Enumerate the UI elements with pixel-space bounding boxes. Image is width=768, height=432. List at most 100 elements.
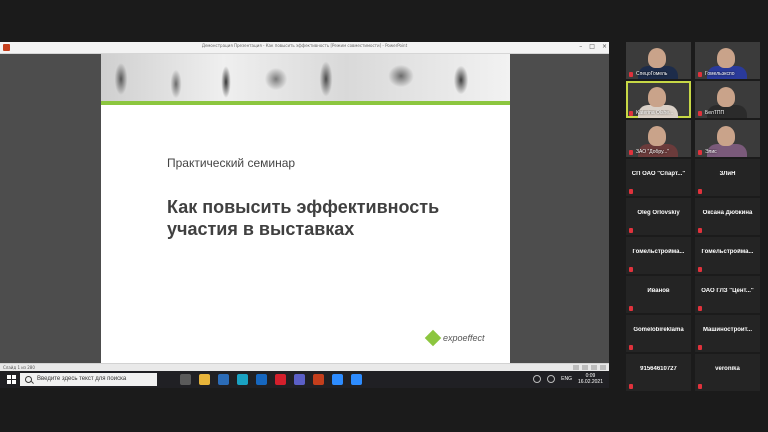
logo-mark-icon	[424, 329, 442, 347]
normal-view-icon[interactable]	[573, 365, 579, 370]
start-button[interactable]	[7, 375, 16, 384]
maximize-button[interactable]: □	[589, 43, 595, 50]
edge-icon[interactable]	[237, 374, 248, 385]
slide-area: Практический семинар Как повысить эффект…	[0, 54, 609, 375]
muted-mic-icon	[629, 306, 633, 311]
participant-name: Иванов	[647, 288, 670, 294]
participant-tile[interactable]: Гомельстройма...	[695, 237, 760, 274]
volume-icon[interactable]	[547, 375, 556, 383]
muted-mic-icon	[698, 228, 702, 233]
language-indicator[interactable]: ENG	[561, 376, 572, 382]
muted-mic-icon	[698, 267, 702, 272]
participant-face	[717, 126, 735, 146]
outlook-icon[interactable]	[256, 374, 267, 385]
participant-face	[648, 126, 666, 146]
taskbar-apps	[180, 374, 362, 385]
participant-name: Oleg Orlovskiy	[637, 210, 680, 216]
muted-mic-icon	[629, 384, 633, 389]
participant-tile[interactable]: ОАО ГЛЗ "Цент..."	[695, 276, 760, 313]
teams-icon[interactable]	[294, 374, 305, 385]
search-placeholder: Введите здесь текст для поиска	[37, 376, 127, 382]
slide-headline: Как повысить эффективность участия в выс…	[167, 197, 440, 239]
participant-tile[interactable]: 91564610727	[626, 354, 691, 391]
file-explorer-icon[interactable]	[199, 374, 210, 385]
muted-mic-icon	[698, 345, 702, 350]
participant-face	[717, 48, 735, 68]
slide-subtitle: Практический семинар	[167, 156, 296, 170]
logo-text: expoeffect	[443, 333, 485, 343]
participant-tile[interactable]: Оксана Дюбкина	[695, 198, 760, 235]
participant-tile[interactable]: Гомельстройма...	[626, 237, 691, 274]
participant-tile[interactable]: БелТПП	[695, 81, 760, 118]
network-icon[interactable]	[533, 375, 542, 383]
muted-mic-icon	[698, 306, 702, 311]
participant-face	[717, 87, 735, 107]
system-tray: ENG 0:09 16.02.2021	[533, 373, 603, 385]
participant-tile[interactable]: СпецоГомель	[626, 42, 691, 79]
participant-name: Оксана Дюбкина	[702, 210, 753, 216]
muted-mic-icon	[629, 72, 633, 77]
shared-screen: Демонстрация Презентация - Как повысить …	[0, 42, 609, 388]
close-button[interactable]: ×	[602, 43, 607, 50]
participant-tile[interactable]: ЗАО "Добру..."	[626, 120, 691, 157]
search-icon	[25, 376, 32, 383]
opera-icon[interactable]	[275, 374, 286, 385]
muted-mic-icon	[698, 150, 702, 155]
participant-name: 91564610727	[640, 366, 677, 372]
slideshow-icon[interactable]	[600, 365, 606, 370]
powerpoint-titlebar: Демонстрация Презентация - Как повысить …	[0, 42, 609, 54]
muted-mic-icon	[629, 345, 633, 350]
participant-name: Гомельстройма...	[632, 249, 685, 255]
participant-tile[interactable]: Oleg Orlovskiy	[626, 198, 691, 235]
participant-tile[interactable]: Элис	[695, 120, 760, 157]
participant-tile[interactable]: Katerina Olshe...	[626, 81, 691, 118]
participant-tile[interactable]: СП ОАО "Спарт..."	[626, 159, 691, 196]
participant-name: ОАО ГЛЗ "Цент..."	[701, 288, 754, 294]
view-controls	[573, 365, 606, 370]
presentation-slide: Практический семинар Как повысить эффект…	[101, 54, 510, 363]
store-icon[interactable]	[218, 374, 229, 385]
clock[interactable]: 0:09 16.02.2021	[578, 373, 603, 385]
muted-mic-icon	[629, 267, 633, 272]
windows-taskbar: Введите здесь текст для поиска ENG 0:09 …	[0, 371, 609, 388]
slide-banner-image	[101, 54, 510, 101]
clock-date: 16.02.2021	[577, 379, 603, 385]
participant-tile[interactable]: Иванов	[626, 276, 691, 313]
participant-name: Элис	[705, 149, 717, 155]
participant-tile[interactable]: Машиностроит...	[695, 315, 760, 352]
muted-mic-icon	[629, 189, 633, 194]
banner-accent-line	[101, 101, 510, 105]
sorter-view-icon[interactable]	[582, 365, 588, 370]
participant-face	[648, 87, 666, 107]
expoeffect-logo: expoeffect	[424, 329, 485, 347]
participant-name: СпецоГомель	[636, 71, 668, 77]
muted-mic-icon	[629, 228, 633, 233]
taskbar-search-box[interactable]: Введите здесь текст для поиска	[20, 373, 157, 386]
minimize-button[interactable]: –	[579, 43, 582, 50]
participant-tile[interactable]: Gomelobireklama	[626, 315, 691, 352]
zoom-app-icon[interactable]	[332, 374, 343, 385]
participant-name: Гомельстройма...	[701, 249, 754, 255]
muted-mic-icon	[698, 111, 702, 116]
participant-face	[648, 48, 666, 68]
muted-mic-icon	[629, 150, 633, 155]
participant-name: СП ОАО "Спарт..."	[631, 171, 686, 177]
muted-mic-icon	[698, 384, 702, 389]
participant-name: Гомельэкспо	[705, 71, 735, 77]
participant-name: Katerina Olshe...	[636, 110, 674, 116]
participant-name: БелТПП	[705, 110, 725, 116]
participant-name: ЗАО "Добру..."	[636, 149, 670, 155]
powerpoint-icon[interactable]	[313, 374, 324, 385]
window-title: Демонстрация Презентация - Как повысить …	[201, 43, 408, 48]
participant-name: veronika	[715, 366, 740, 372]
participant-tile[interactable]: Гомельэкспо	[695, 42, 760, 79]
participant-name: Gomelobireklama	[633, 327, 684, 333]
reading-view-icon[interactable]	[591, 365, 597, 370]
participant-name: ЗЛиН	[719, 171, 736, 177]
slide-counter: Слайд 1 из 280	[3, 365, 35, 370]
participant-tile[interactable]: ЗЛиН	[695, 159, 760, 196]
task-view-icon[interactable]	[180, 374, 191, 385]
participant-tile[interactable]: veronika	[695, 354, 760, 391]
zoom-meeting-icon[interactable]	[351, 374, 362, 385]
window-controls: – □ ×	[579, 43, 607, 50]
